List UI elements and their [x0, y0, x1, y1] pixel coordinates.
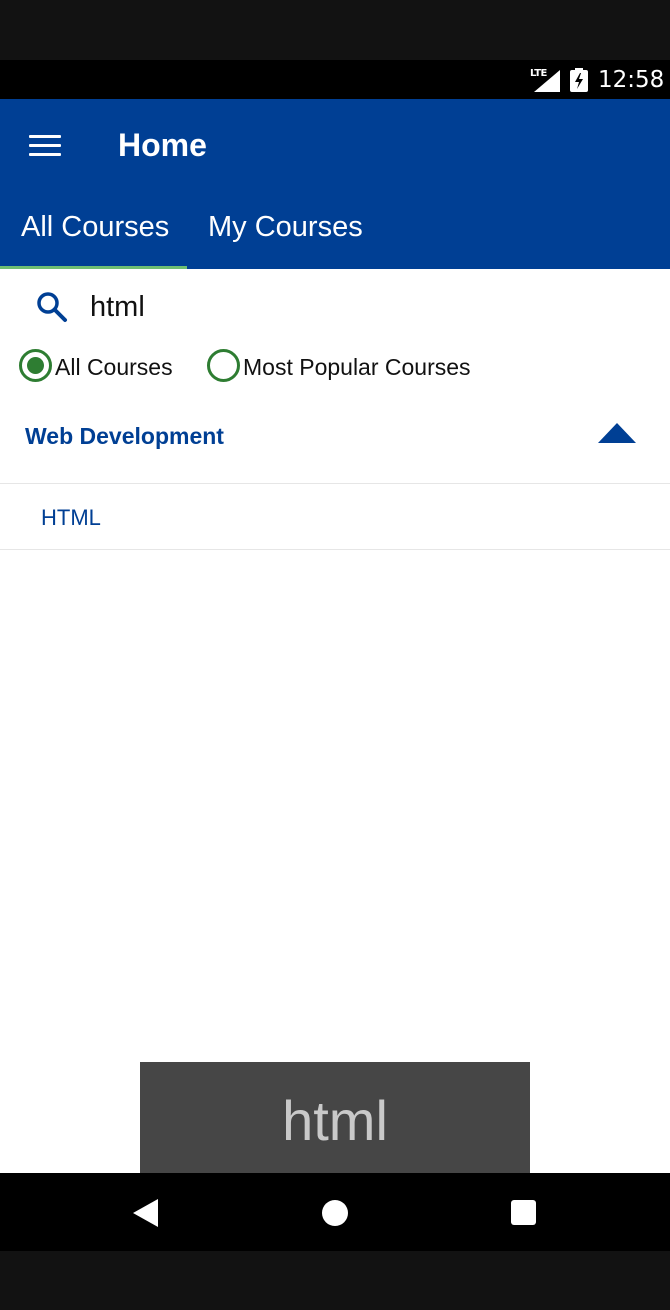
navigation-bar	[0, 1173, 670, 1251]
radio-dot	[27, 357, 44, 374]
nav-back-icon[interactable]	[133, 1199, 159, 1227]
category-title: Web Development	[25, 423, 224, 449]
nav-recents-icon[interactable]	[511, 1200, 536, 1225]
tab-my-courses[interactable]: My Courses	[208, 211, 363, 244]
main-content: All Courses Most Popular Courses Web Dev…	[0, 269, 670, 1173]
toast: html	[140, 1062, 530, 1173]
search-icon[interactable]	[36, 291, 68, 323]
course-label: HTML	[41, 505, 101, 530]
search-input[interactable]	[90, 285, 630, 329]
signal-icon	[534, 70, 560, 92]
divider	[0, 549, 670, 550]
toast-text: html	[282, 1089, 388, 1152]
radio-unselected-icon[interactable]	[207, 349, 240, 382]
page-title: Home	[118, 127, 207, 163]
status-time: 12:58	[598, 67, 665, 93]
status-bar: LTE 12:58	[0, 60, 670, 99]
triangle-up-icon[interactable]	[598, 423, 636, 443]
battery-charging-icon	[570, 68, 588, 92]
hamburger-menu-icon[interactable]	[29, 135, 61, 157]
category-header[interactable]: Web Development	[0, 399, 670, 483]
nav-home-icon[interactable]	[322, 1200, 348, 1226]
filter-label: All Courses	[55, 354, 173, 380]
top-band	[0, 0, 670, 60]
app-bar: Home All Courses My Courses	[0, 99, 670, 269]
bottom-band	[0, 1251, 670, 1310]
tab-all-courses[interactable]: All Courses	[21, 211, 169, 244]
filter-label: Most Popular Courses	[243, 354, 471, 380]
list-item[interactable]: HTML	[0, 484, 670, 548]
